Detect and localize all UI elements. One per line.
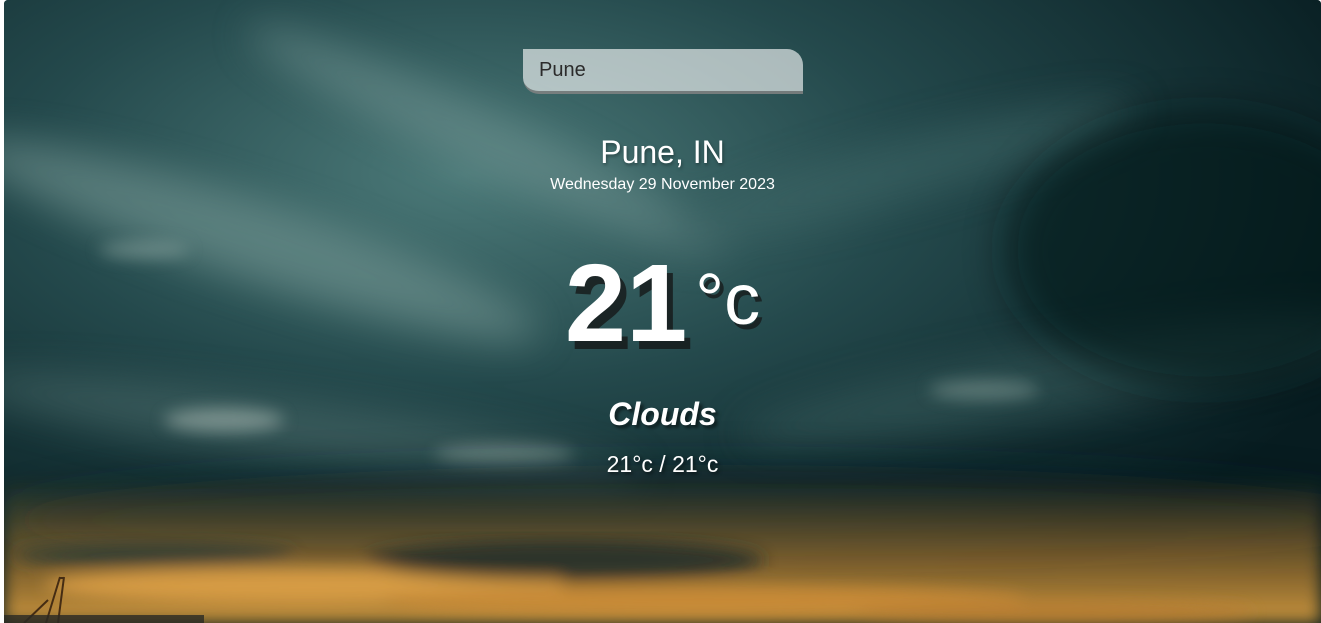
temperature-unit: °c xyxy=(695,259,761,340)
current-date: Wednesday 29 November 2023 xyxy=(550,176,775,193)
temperature-display: 21 °c xyxy=(4,240,1321,367)
search-input[interactable] xyxy=(523,49,803,94)
high-low-temperature: 21°c / 21°c xyxy=(606,451,719,477)
weather-condition: Clouds xyxy=(608,396,717,432)
weather-app: Pune, IN Wednesday 29 November 2023 21°c… xyxy=(4,0,1321,623)
temperature-value: 21 xyxy=(564,242,688,365)
location-title: Pune, IN xyxy=(600,134,725,170)
search-box xyxy=(523,49,803,94)
